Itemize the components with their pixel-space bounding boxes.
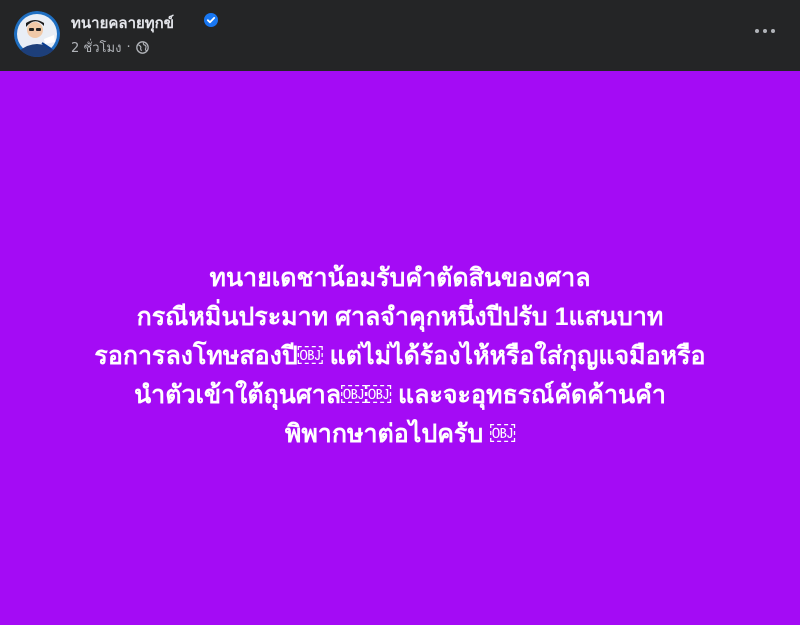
post-header: ทนายคลายทุกข์ 2 ชั่วโมง · <box>0 0 800 71</box>
post-text-line: กรณีหมิ่นประมาท ศาลจำคุกหนึ่งปีปรับ 1แสน… <box>136 303 664 331</box>
meta-separator: · <box>126 40 131 55</box>
author-name[interactable]: ทนายคลายทุกข์ <box>71 11 174 35</box>
post-text-line: ทนายเดชาน้อมรับคำตัดสินของศาล <box>209 264 591 292</box>
post-text-line: พิพากษาต่อไปครับ ￼ <box>284 420 516 448</box>
globe-icon[interactable] <box>135 41 149 54</box>
avatar-photo <box>14 11 60 57</box>
post-timestamp[interactable]: 2 ชั่วโมง <box>71 37 121 58</box>
more-options-icon <box>755 29 759 33</box>
post-text: ทนายเดชาน้อมรับคำตัดสินของศาล กรณีหมิ่นป… <box>0 259 800 454</box>
post-background: ทนายเดชาน้อมรับคำตัดสินของศาล กรณีหมิ่นป… <box>0 71 800 625</box>
more-options-button[interactable] <box>746 16 784 46</box>
post-text-line: รอการลงโทษสองปี￼ แต่ไม่ได้ร้องไห้หรือใส่… <box>94 342 706 370</box>
facebook-post: ทนายคลายทุกข์ 2 ชั่วโมง · ทนายเดชาน้อมรั… <box>0 0 800 625</box>
post-meta: 2 ชั่วโมง · <box>71 37 149 58</box>
author-avatar[interactable] <box>14 11 60 57</box>
post-text-line: นำตัวเข้าใต้ถุนศาล￼￼ และจะอุทธรณ์คัดค้าน… <box>134 381 666 409</box>
verified-badge-icon <box>204 13 218 27</box>
